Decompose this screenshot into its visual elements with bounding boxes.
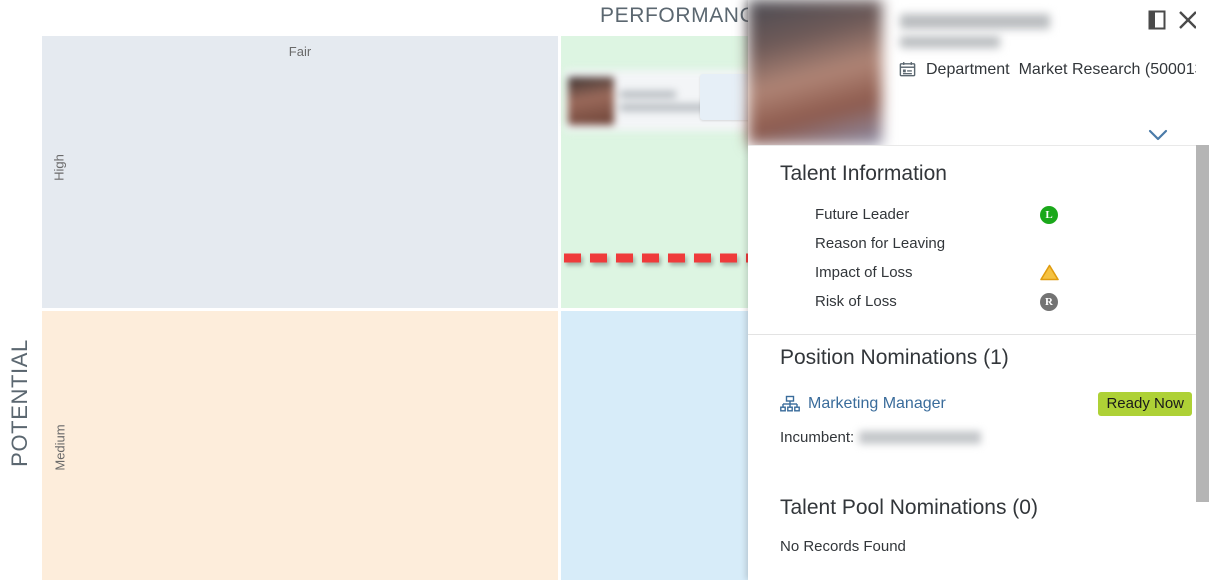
panel-scrollbar-thumb[interactable] xyxy=(1196,145,1209,502)
future-leader-badge-icon: L xyxy=(1040,205,1066,225)
split-panel-icon[interactable] xyxy=(1145,8,1169,32)
talent-row-label: Future Leader xyxy=(815,206,910,223)
org-chart-icon xyxy=(780,395,800,411)
matrix-column-label-fair: Fair xyxy=(288,44,312,59)
employee-detail-panel: Department Market Research (5000131) Tal… xyxy=(748,0,1209,580)
matrix-cell-medium-fair[interactable] xyxy=(42,311,558,580)
talent-row-impact-of-loss: Impact of Loss xyxy=(780,258,1196,287)
talent-information-section: Talent Information Future Leader L Reaso… xyxy=(748,146,1196,316)
talent-information-title: Talent Information xyxy=(780,162,947,185)
panel-body: Talent Information Future Leader L Reaso… xyxy=(748,145,1196,580)
position-nominations-section: Position Nominations (1) Marketing Manag… xyxy=(748,346,1196,446)
matrix-row-label-high: High xyxy=(51,154,67,181)
warning-triangle-glyph xyxy=(1040,264,1059,281)
talent-pool-empty-text: No Records Found xyxy=(780,538,906,555)
matrix-row-label-medium: Medium xyxy=(52,424,68,471)
panel-header: Department Market Research (5000131) xyxy=(748,0,1209,145)
risk-of-loss-badge-icon: R xyxy=(1040,292,1066,312)
readiness-status-badge: Ready Now xyxy=(1098,392,1192,416)
talent-row-label: Impact of Loss xyxy=(815,264,913,281)
talent-pool-nominations-section: Talent Pool Nominations (0) No Records F… xyxy=(748,496,1196,555)
talent-row-label: Reason for Leaving xyxy=(815,235,946,252)
employee-name xyxy=(900,14,1050,29)
talent-pool-nominations-title: Talent Pool Nominations (0) xyxy=(780,496,1038,519)
talent-row-reason-for-leaving: Reason for Leaving xyxy=(780,229,1196,258)
chevron-down-icon[interactable] xyxy=(1147,128,1169,142)
talent-row-empty-icon xyxy=(1040,234,1066,254)
incumbent-label: Incumbent: xyxy=(780,429,855,446)
department-value: Market Research (5000131) xyxy=(1018,60,1209,78)
department-icon xyxy=(899,62,916,77)
position-nomination-link[interactable]: Marketing Manager xyxy=(808,395,946,413)
section-divider xyxy=(748,334,1196,335)
employee-photo xyxy=(748,0,882,145)
department-label: Department xyxy=(926,60,1010,78)
risk-of-loss-badge-glyph: R xyxy=(1040,292,1058,311)
talent-row-future-leader: Future Leader L xyxy=(780,200,1196,229)
position-nomination-item: Marketing Manager Ready Now xyxy=(780,392,1196,416)
talent-row-risk-of-loss: Risk of Loss R xyxy=(780,287,1196,316)
talent-row-label: Risk of Loss xyxy=(815,293,897,310)
matrix-cell-high-fair[interactable] xyxy=(42,36,558,308)
position-nomination-left: Marketing Manager xyxy=(780,395,946,414)
avatar xyxy=(568,76,614,125)
incumbent-row: Incumbent: xyxy=(780,429,1196,446)
employee-job-title xyxy=(900,36,1000,48)
potential-axis-title: POTENTIAL xyxy=(7,339,32,467)
future-leader-badge-glyph: L xyxy=(1040,205,1058,224)
position-nominations-title: Position Nominations (1) xyxy=(780,346,1009,369)
department-row: Department Market Research (5000131) xyxy=(898,60,1209,79)
warning-triangle-icon xyxy=(1040,263,1066,283)
incumbent-value xyxy=(859,431,982,444)
app-root: PERFORMANCE POTENTIAL Fair High Medium D… xyxy=(0,0,1209,580)
